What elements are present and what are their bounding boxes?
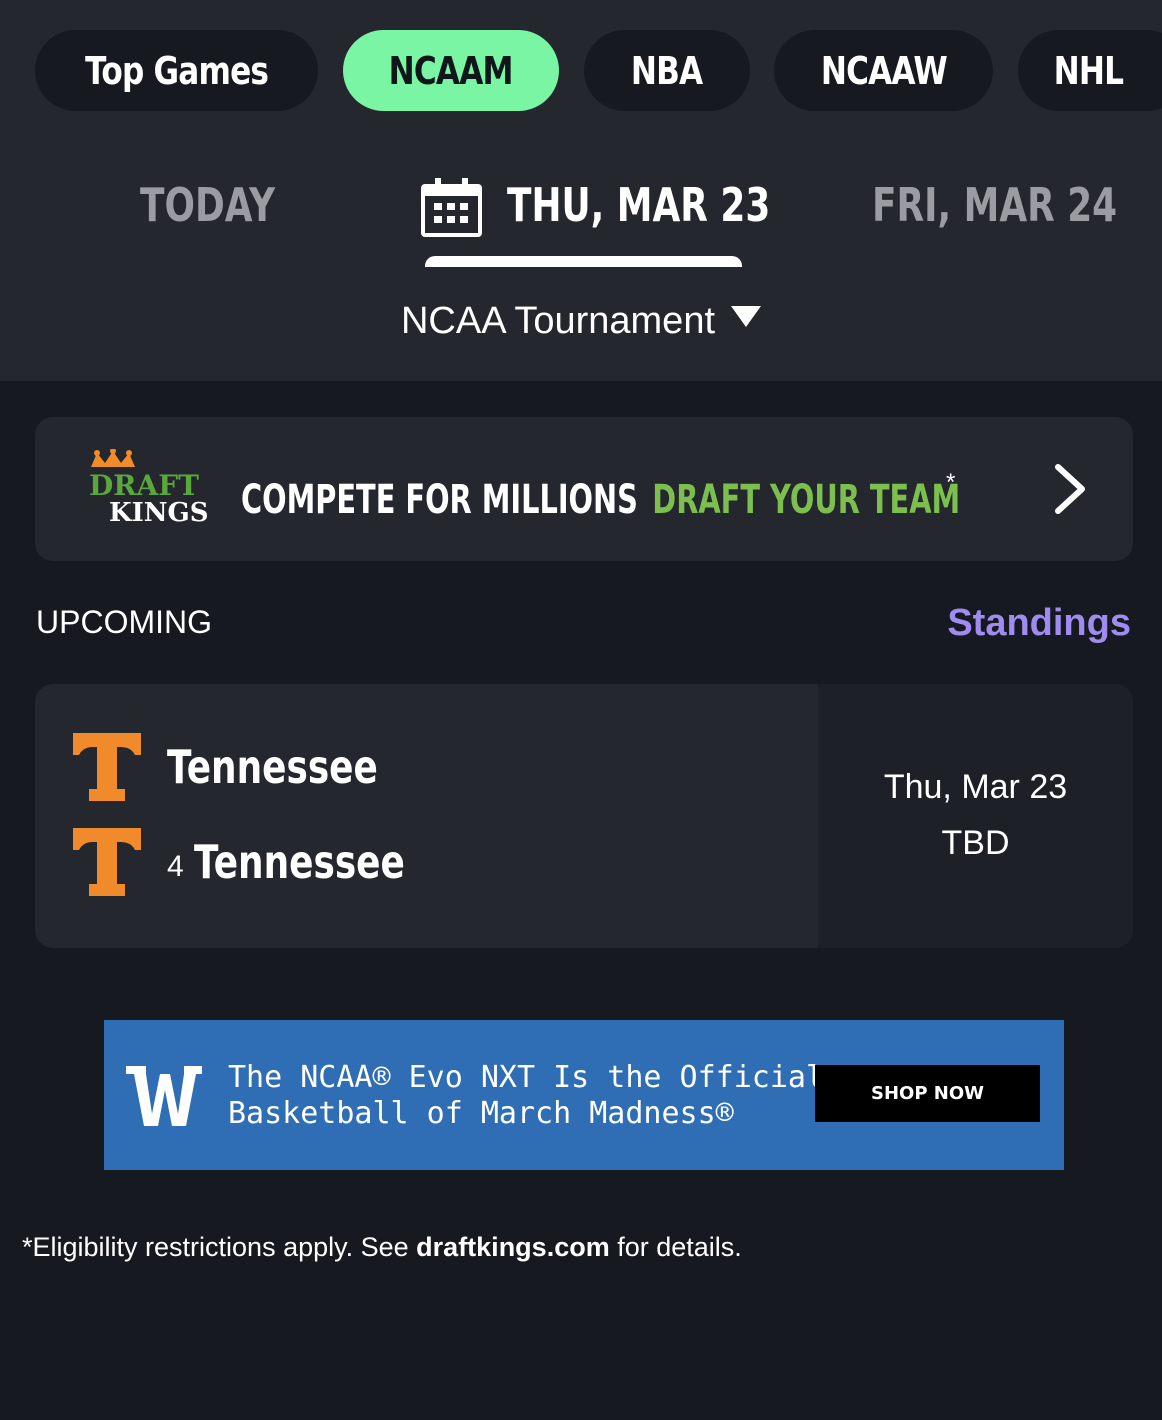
chevron-right-icon [1055,464,1085,514]
promo-headline: COMPETE FOR MILLIONS [241,477,638,523]
wilson-w-logo [126,1066,202,1126]
team-row: 4 Tennessee [73,827,464,897]
game-card[interactable]: Tennessee 4 Tennessee Thu, Mar 23 TBD [35,684,1133,948]
wilson-ad-banner[interactable]: The NCAA® Evo NXT Is the Official Basket… [104,1020,1064,1170]
shop-now-button[interactable]: SHOP NOW [815,1065,1040,1122]
caret-down-icon [731,306,762,327]
tennessee-t-logo [73,733,141,801]
tournament-filter[interactable]: NCAA Tournament [0,300,1162,343]
date-tab-next[interactable]: FRI, MAR 24 [872,178,1162,232]
team-name: Tennessee [193,835,405,889]
promo-cta: DRAFT YOUR TEAM [652,477,961,523]
tab-ncaaw[interactable]: NCAAW [774,30,993,111]
ad-line-1: The NCAA® Evo NXT Is the Official [228,1060,825,1095]
selected-date-indicator [425,256,742,267]
tournament-filter-label: NCAA Tournament [400,300,716,342]
tab-top-games[interactable]: Top Games [35,30,318,111]
ad-text: The NCAA® Evo NXT Is the Official Basket… [228,1060,824,1132]
section-title: UPCOMING [36,604,212,640]
team-name: Tennessee [167,740,378,794]
eligibility-disclaimer: *Eligibility restrictions apply. See dra… [22,1232,742,1263]
date-tab-selected[interactable]: THU, MAR 23 [507,178,845,232]
game-time: TBD [941,824,1010,862]
date-tab-today[interactable]: TODAY [140,178,313,232]
draftkings-logo: DRAFT KINGS [89,449,209,528]
ad-line-2: Basketball of March Madness® [228,1096,734,1131]
game-time-panel [818,684,1133,948]
tab-nba[interactable]: NBA [584,30,750,111]
game-date: Thu, Mar 23 [883,768,1068,806]
calendar-icon [421,178,482,237]
tennessee-t-logo [73,828,141,896]
standings-link[interactable]: Standings [947,602,1131,645]
date-tabs: TODAY THU, MAR 23 FRI, MAR 24 [0,160,1162,270]
tab-nhl[interactable]: NHL [1018,30,1162,111]
team-row: Tennessee [73,732,437,802]
league-tabs: Top Games NCAAM NBA NCAAW NHL [0,30,1162,111]
svg-text:KINGS: KINGS [109,498,209,528]
draftkings-promo-banner[interactable]: DRAFT KINGS COMPETE FOR MILLIONS DRAFT YO… [35,417,1133,561]
disclaimer-suffix: for details. [609,1232,742,1262]
draftkings-link[interactable]: draftkings.com [416,1232,610,1262]
promo-asterisk: * [946,469,956,496]
tab-ncaam[interactable]: NCAAM [343,30,559,111]
team-seed: 4 [167,850,184,883]
disclaimer-prefix: *Eligibility restrictions apply. See [22,1232,417,1262]
promo-text: COMPETE FOR MILLIONS DRAFT YOUR TEAM [241,477,1162,523]
